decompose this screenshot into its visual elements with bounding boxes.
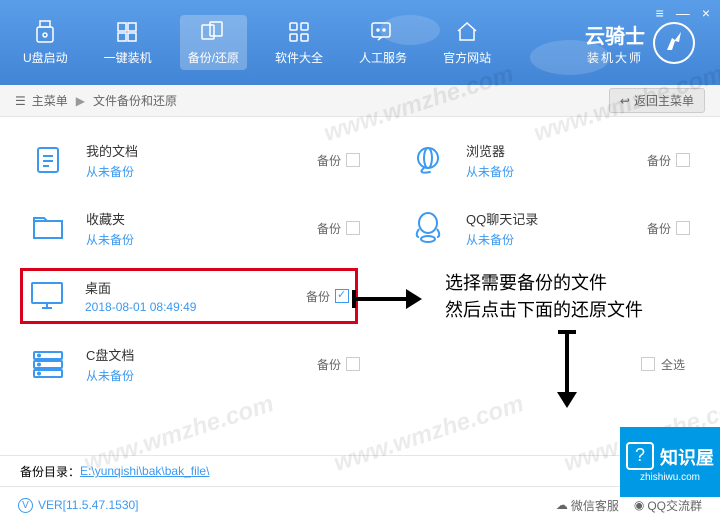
qq-icon bbox=[410, 210, 446, 246]
content-area: 我的文档 从未备份 备份 浏览器 从未备份 备份 收藏夹 从未备份 备份 bbox=[0, 117, 720, 419]
item-status: 从未备份 bbox=[86, 367, 317, 384]
checkbox-fav[interactable] bbox=[346, 221, 360, 235]
drive-icon bbox=[30, 346, 66, 382]
weixin-support-link[interactable]: ☁微信客服 bbox=[556, 497, 619, 514]
item-title: QQ聊天记录 bbox=[466, 209, 647, 228]
footer-path-bar: 备份目录： E:\yunqishi\bak\bak_file\ 备份文件 bbox=[0, 455, 720, 487]
version-icon: V bbox=[18, 498, 33, 513]
main-nav: U盘启动 一键装机 备份/还原 软件大全 人工服务 官方网站 bbox=[15, 15, 499, 70]
nav-backup-restore[interactable]: 备份/还原 bbox=[180, 15, 247, 70]
annotation-arrow-right bbox=[352, 287, 422, 311]
annotation-text: 选择需要备份的文件 然后点击下面的还原文件 bbox=[445, 270, 643, 324]
version-text: VER[11.5.47.1530] bbox=[38, 498, 139, 512]
nav-label: U盘启动 bbox=[23, 49, 68, 66]
chevron-right-icon: ▶ bbox=[76, 94, 85, 108]
chat-icon bbox=[369, 19, 397, 45]
window-controls: ≡ — × bbox=[656, 5, 710, 21]
windows-icon bbox=[114, 19, 142, 45]
breadcrumb: ☰ 主菜单 ▶ 文件备份和还原 ↩ 返回主菜单 bbox=[0, 85, 720, 117]
backup-row: 我的文档 从未备份 备份 浏览器 从未备份 备份 bbox=[30, 132, 690, 188]
nav-label: 人工服务 bbox=[359, 49, 407, 66]
nav-oneclick[interactable]: 一键装机 bbox=[96, 15, 160, 70]
knight-icon bbox=[653, 22, 695, 64]
item-title: 收藏夹 bbox=[86, 209, 317, 228]
backup-row: 收藏夹 从未备份 备份 QQ聊天记录 从未备份 备份 bbox=[30, 200, 690, 256]
backup-label: 备份 bbox=[317, 220, 341, 237]
item-status: 从未备份 bbox=[86, 163, 317, 180]
annotation-arrow-down bbox=[555, 328, 579, 408]
settings-icon[interactable]: ≡ bbox=[656, 5, 664, 21]
breadcrumb-root[interactable]: 主菜单 bbox=[32, 92, 68, 109]
brand-title: 云骑士 bbox=[585, 26, 645, 48]
question-icon: ? bbox=[626, 442, 654, 470]
checkbox-browser[interactable] bbox=[676, 153, 690, 167]
nav-software[interactable]: 软件大全 bbox=[267, 15, 331, 70]
nav-label: 一键装机 bbox=[104, 49, 152, 66]
back-arrow-icon: ↩ bbox=[620, 94, 630, 108]
nav-label: 备份/还原 bbox=[188, 49, 239, 66]
monitor-icon bbox=[29, 278, 65, 314]
browser-icon bbox=[410, 142, 446, 178]
checkbox-qq[interactable] bbox=[676, 221, 690, 235]
overlay-url: zhishiwu.com bbox=[640, 472, 700, 483]
nav-label: 软件大全 bbox=[275, 49, 323, 66]
backup-icon bbox=[199, 19, 227, 45]
item-status: 从未备份 bbox=[466, 163, 647, 180]
footer-status-bar: V VER[11.5.47.1530] ☁微信客服 ◉QQ交流群 bbox=[0, 491, 720, 519]
wechat-icon: ☁ bbox=[556, 498, 568, 512]
checkbox-cdrive[interactable] bbox=[346, 357, 360, 371]
folder-icon bbox=[30, 210, 66, 246]
overlay-brand: 知识屋 bbox=[660, 444, 714, 470]
checkbox-desktop[interactable] bbox=[335, 289, 349, 303]
nav-support[interactable]: 人工服务 bbox=[351, 15, 415, 70]
brand-subtitle: 装机大师 bbox=[585, 49, 645, 66]
item-status: 2018-08-01 08:49:49 bbox=[85, 300, 306, 314]
brand-logo: 云骑士 装机大师 bbox=[585, 20, 695, 66]
item-title: 我的文档 bbox=[86, 141, 317, 160]
selectall-label: 全选 bbox=[661, 356, 685, 373]
minimize-button[interactable]: — bbox=[676, 5, 690, 21]
item-title: C盘文档 bbox=[86, 345, 317, 364]
home-icon bbox=[453, 19, 481, 45]
item-status: 从未备份 bbox=[466, 231, 647, 248]
path-label: 备份目录： bbox=[20, 463, 80, 480]
backup-label: 备份 bbox=[647, 152, 671, 169]
qq-group-link[interactable]: ◉QQ交流群 bbox=[634, 497, 702, 514]
item-title: 桌面 bbox=[85, 278, 306, 297]
backup-label: 备份 bbox=[317, 356, 341, 373]
nav-usb-boot[interactable]: U盘启动 bbox=[15, 15, 76, 70]
backup-label: 备份 bbox=[306, 288, 330, 305]
back-label: 返回主菜单 bbox=[634, 92, 694, 109]
checkbox-selectall[interactable] bbox=[641, 357, 655, 371]
nav-label: 官方网站 bbox=[443, 49, 491, 66]
backup-label: 备份 bbox=[317, 152, 341, 169]
back-button[interactable]: ↩ 返回主菜单 bbox=[609, 88, 705, 113]
close-button[interactable]: × bbox=[702, 5, 710, 21]
document-icon bbox=[30, 142, 66, 178]
apps-icon bbox=[285, 19, 313, 45]
backup-row: C盘文档 从未备份 备份 全选 bbox=[30, 336, 690, 392]
item-status: 从未备份 bbox=[86, 231, 317, 248]
list-icon: ☰ bbox=[15, 94, 26, 108]
checkbox-docs[interactable] bbox=[346, 153, 360, 167]
backup-row-desktop: 桌面 2018-08-01 08:49:49 备份 bbox=[20, 268, 358, 324]
qq-small-icon: ◉ bbox=[634, 498, 644, 512]
breadcrumb-current: 文件备份和还原 bbox=[93, 92, 177, 109]
item-title: 浏览器 bbox=[466, 141, 647, 160]
backup-label: 备份 bbox=[647, 220, 671, 237]
app-header: ≡ — × U盘启动 一键装机 备份/还原 软件大全 人工服务 官方网站 bbox=[0, 0, 720, 85]
backup-path-link[interactable]: E:\yunqishi\bak\bak_file\ bbox=[80, 464, 209, 478]
zhishiwu-overlay: ? 知识屋 zhishiwu.com bbox=[620, 427, 720, 497]
nav-website[interactable]: 官方网站 bbox=[435, 15, 499, 70]
usb-icon bbox=[31, 19, 59, 45]
